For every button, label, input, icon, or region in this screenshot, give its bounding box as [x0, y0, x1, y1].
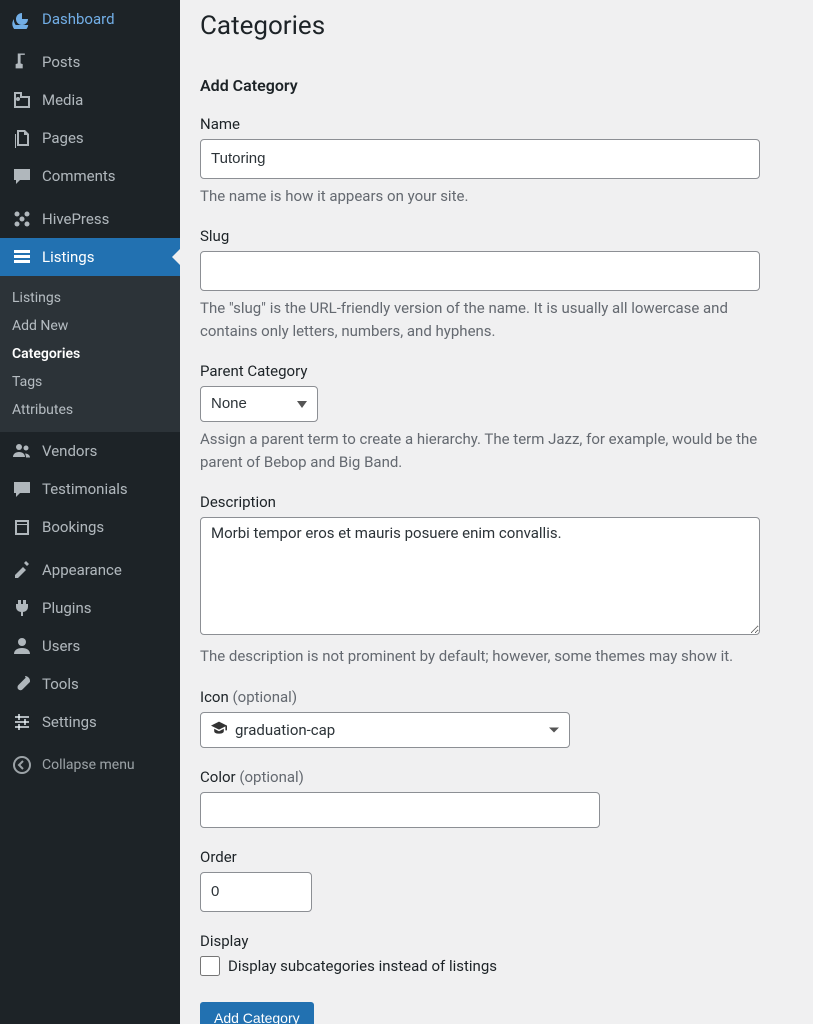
dashboard-icon	[12, 9, 32, 29]
slug-input[interactable]	[200, 251, 760, 291]
sidebar-item-label: Users	[42, 637, 80, 655]
description-help: The description is not prominent by defa…	[200, 645, 760, 668]
sidebar-subitem-attributes[interactable]: Attributes	[0, 396, 180, 424]
sidebar-item-label: Vendors	[42, 442, 97, 460]
sidebar-item-hivepress[interactable]: HivePress	[0, 200, 180, 238]
name-help: The name is how it appears on your site.	[200, 185, 760, 208]
sidebar-item-plugins[interactable]: Plugins	[0, 589, 180, 627]
sidebar-item-settings[interactable]: Settings	[0, 703, 180, 741]
color-label: Color (optional)	[200, 768, 793, 786]
collapse-icon	[12, 755, 32, 775]
color-input[interactable]	[200, 792, 600, 828]
field-icon: Icon (optional) graduation-cap	[200, 688, 793, 748]
slug-label: Slug	[200, 227, 793, 245]
pin-icon	[12, 52, 32, 72]
section-title: Add Category	[200, 76, 793, 95]
field-display: Display Display subcategories instead of…	[200, 932, 793, 976]
appearance-icon	[12, 560, 32, 580]
tools-icon	[12, 674, 32, 694]
sidebar-item-tools[interactable]: Tools	[0, 665, 180, 703]
sidebar-subitem-categories[interactable]: Categories	[0, 340, 180, 368]
sidebar-item-users[interactable]: Users	[0, 627, 180, 665]
sidebar-item-label: Tools	[42, 675, 79, 693]
sidebar-item-label: Media	[42, 91, 83, 109]
vendors-icon	[12, 441, 32, 461]
icon-label: Icon (optional)	[200, 688, 793, 706]
collapse-menu[interactable]: Collapse menu	[0, 746, 180, 784]
sidebar-item-bookings[interactable]: Bookings	[0, 508, 180, 546]
pages-icon	[12, 128, 32, 148]
settings-icon	[12, 712, 32, 732]
description-label: Description	[200, 493, 793, 511]
sidebar-subitem-tags[interactable]: Tags	[0, 368, 180, 396]
icon-select[interactable]: graduation-cap	[200, 712, 570, 748]
sidebar-item-label: HivePress	[42, 210, 109, 228]
media-icon	[12, 90, 32, 110]
field-parent: Parent Category None Assign a parent ter…	[200, 362, 793, 473]
add-category-button[interactable]: Add Category	[200, 1002, 314, 1024]
collapse-label: Collapse menu	[42, 757, 135, 773]
sidebar-item-label: Bookings	[42, 518, 104, 536]
page-title: Categories	[200, 10, 793, 44]
hivepress-icon	[12, 209, 32, 229]
graduation-cap-icon	[211, 715, 227, 745]
sidebar-submenu: Listings Add New Categories Tags Attribu…	[0, 276, 180, 432]
field-description: Description The description is not promi…	[200, 493, 793, 668]
sidebar-subitem-add-new[interactable]: Add New	[0, 312, 180, 340]
sidebar-item-label: Testimonials	[42, 480, 128, 498]
sidebar-item-listings[interactable]: Listings	[0, 238, 180, 276]
testimonials-icon	[12, 479, 32, 499]
sidebar-item-label: Plugins	[42, 599, 91, 617]
comments-icon	[12, 166, 32, 186]
listings-icon	[12, 247, 32, 267]
bookings-icon	[12, 517, 32, 537]
display-checkbox-label: Display subcategories instead of listing…	[228, 957, 497, 975]
main-content: Categories Add Category Name The name is…	[180, 0, 813, 1024]
parent-label: Parent Category	[200, 362, 793, 380]
sidebar-item-comments[interactable]: Comments	[0, 157, 180, 195]
sidebar-item-label: Settings	[42, 713, 97, 731]
sidebar-item-posts[interactable]: Posts	[0, 43, 180, 81]
field-name: Name The name is how it appears on your …	[200, 115, 793, 208]
order-input[interactable]	[200, 872, 312, 912]
sidebar-item-dashboard[interactable]: Dashboard	[0, 0, 180, 38]
sidebar-item-media[interactable]: Media	[0, 81, 180, 119]
name-input[interactable]	[200, 139, 760, 179]
display-label: Display	[200, 932, 793, 950]
users-icon	[12, 636, 32, 656]
admin-sidebar: Dashboard Posts Media Pages Comments Hiv…	[0, 0, 180, 1024]
field-order: Order	[200, 848, 793, 912]
icon-value: graduation-cap	[235, 715, 335, 745]
field-color: Color (optional)	[200, 768, 793, 828]
sidebar-item-vendors[interactable]: Vendors	[0, 432, 180, 470]
sidebar-item-label: Comments	[42, 167, 116, 185]
sidebar-item-label: Appearance	[42, 561, 122, 579]
sidebar-subitem-listings[interactable]: Listings	[0, 284, 180, 312]
sidebar-item-label: Posts	[42, 53, 80, 71]
order-label: Order	[200, 848, 793, 866]
sidebar-item-label: Listings	[42, 248, 94, 266]
plugins-icon	[12, 598, 32, 618]
parent-help: Assign a parent term to create a hierarc…	[200, 428, 760, 473]
sidebar-item-testimonials[interactable]: Testimonials	[0, 470, 180, 508]
sidebar-item-label: Pages	[42, 129, 84, 147]
sidebar-item-label: Dashboard	[42, 10, 115, 28]
description-input[interactable]	[200, 517, 760, 635]
sidebar-item-appearance[interactable]: Appearance	[0, 551, 180, 589]
sidebar-item-pages[interactable]: Pages	[0, 119, 180, 157]
display-checkbox[interactable]	[200, 956, 220, 976]
slug-help: The "slug" is the URL-friendly version o…	[200, 297, 760, 342]
field-slug: Slug The "slug" is the URL-friendly vers…	[200, 227, 793, 342]
parent-select[interactable]: None	[200, 386, 318, 422]
name-label: Name	[200, 115, 793, 133]
